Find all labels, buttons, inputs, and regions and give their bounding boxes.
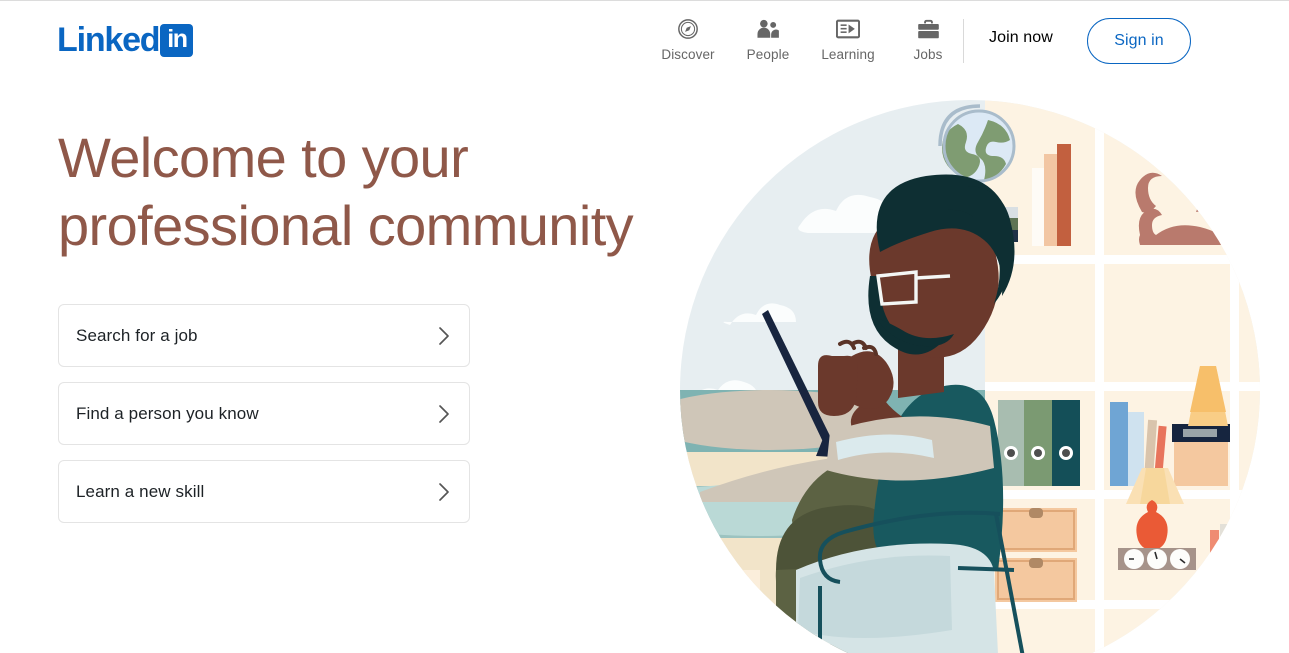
compass-icon [677,18,699,40]
sign-in-label: Sign in [1114,32,1164,49]
quick-action-cards: Search for a job Find a person you know … [58,304,470,538]
learning-icon [836,18,860,40]
chevron-right-icon [438,404,450,424]
chevron-right-icon [438,326,450,346]
card-label: Search for a job [76,325,198,345]
hero-illustration [640,100,1289,653]
linkedin-homepage: Linked in Discover People Learning Jobs … [0,0,1289,653]
nav-label-learning: Learning [821,47,875,62]
card-label: Find a person you know [76,403,259,423]
linkedin-logo[interactable]: Linked in [57,21,194,59]
nav-item-people[interactable]: People [728,15,808,62]
site-header: Linked in Discover People Learning Jobs … [0,1,1289,80]
nav-item-learning[interactable]: Learning [808,15,888,62]
card-label: Learn a new skill [76,481,205,501]
logo-in-text: in [167,25,188,53]
nav-item-discover[interactable]: Discover [648,15,728,62]
nav-label-people: People [746,47,790,62]
logo-in-badge: in [160,24,194,57]
sign-in-button[interactable]: Sign in [1087,18,1191,64]
card-learn-a-new-skill[interactable]: Learn a new skill [58,460,470,523]
nav-label-discover: Discover [661,47,715,62]
primary-nav: Discover People Learning Jobs [648,15,968,62]
join-now-button[interactable]: Join now [989,29,1053,47]
people-icon [756,18,780,40]
header-divider [963,19,964,63]
card-find-a-person-you-know[interactable]: Find a person you know [58,382,470,445]
nav-label-jobs: Jobs [913,47,943,62]
card-search-for-a-job[interactable]: Search for a job [58,304,470,367]
briefcase-icon [917,18,940,40]
nav-item-jobs[interactable]: Jobs [888,15,968,62]
chevron-right-icon [438,482,450,502]
page-title: Welcome to your professional community [58,126,634,257]
logo-wordmark: Linked [57,21,161,59]
